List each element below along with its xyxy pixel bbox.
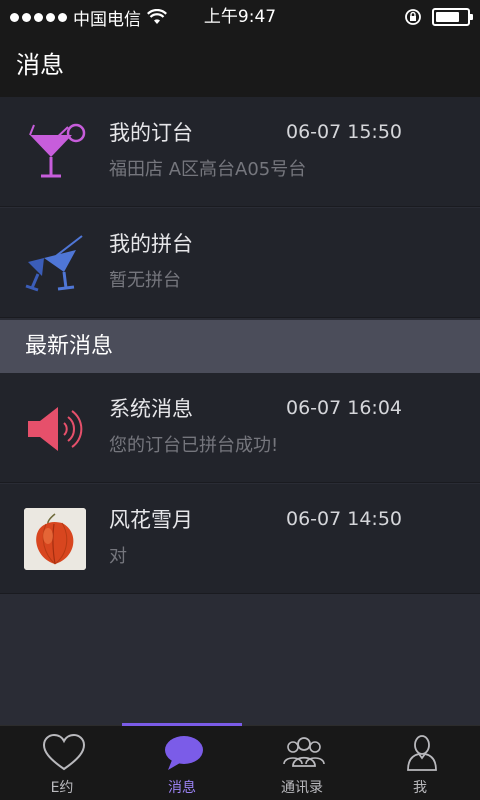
message-time: 06-07 14:50 [286,508,403,530]
message-preview: 您的订台已拼台成功! [109,435,279,456]
row-time: 06-07 15:50 [286,121,403,143]
row-title: 我的拼台 [109,232,193,256]
person-icon [407,735,437,771]
speaker-icon [28,407,83,451]
status-right [404,0,473,34]
tab-label: 通讯录 [281,780,323,796]
message-item-system[interactable]: 系统消息 06-07 16:04 您的订台已拼台成功! [0,373,480,483]
battery-level [436,12,460,22]
message-time: 06-07 16:04 [286,397,403,419]
tab-contacts[interactable]: 通讯录 [242,726,362,800]
battery-icon [432,8,473,26]
row-subtitle: 福田店 A区高台A05号台 [109,159,307,180]
section-title: 最新消息 [25,334,114,359]
tab-label: 我 [413,780,427,796]
page-title: 消息 [16,51,64,79]
toast-glasses-icon [25,235,83,292]
navigation-bar: 消息 [0,34,480,97]
avatar [24,508,86,570]
latest-messages-header: 最新消息 [0,320,480,373]
my-booking-row[interactable]: 我的订台 06-07 15:50 福田店 A区高台A05号台 [0,97,480,207]
tab-me[interactable]: 我 [360,726,480,800]
chat-bubble-icon [165,736,203,770]
tab-bar: E约 消息 通讯录 我 [0,723,480,800]
contacts-icon [283,737,325,767]
heart-icon [42,734,86,771]
message-item-contact[interactable]: 风花雪月 06-07 14:50 对 [0,484,480,594]
cocktail-glass-icon [29,123,86,178]
tab-messages[interactable]: 消息 [122,726,242,800]
status-bar: 中国电信 上午9:47 [0,0,480,34]
row-subtitle: 暂无拼台 [109,270,181,291]
my-shared-table-row[interactable]: 我的拼台 暂无拼台 [0,208,480,318]
lantern-flower-photo [24,508,86,570]
row-title: 我的订台 [109,121,193,145]
tab-label: E约 [50,780,74,796]
rotation-lock-icon [405,9,421,25]
message-preview: 对 [109,546,127,567]
message-title: 风花雪月 [109,508,193,532]
message-title: 系统消息 [109,397,193,421]
tab-e-date[interactable]: E约 [2,726,122,800]
tab-label: 消息 [168,780,196,796]
